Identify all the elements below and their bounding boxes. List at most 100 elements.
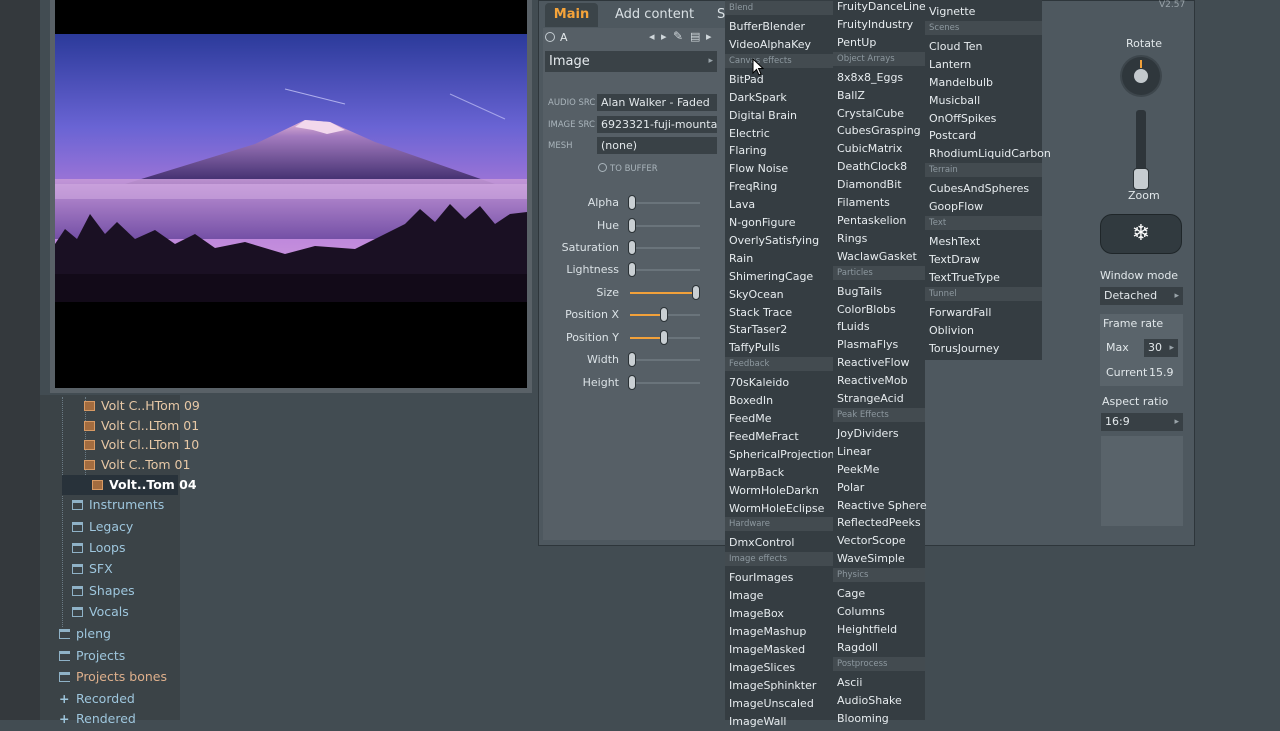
menu-item[interactable]: ImageMasked [729,641,805,659]
effect-selector[interactable]: Image ▸ [545,51,717,72]
image-src-field[interactable]: 6923321-fuji-mountai.. [597,116,717,133]
menu-item[interactable]: fLuids [837,318,870,336]
menu-item[interactable]: OnOffSpikes [929,110,996,128]
menu-item[interactable]: FourImages [729,569,793,587]
menu-item[interactable]: N-gonFigure [729,214,795,232]
slider[interactable] [630,307,700,322]
menu-item[interactable]: StarTaser2 [729,321,787,339]
browser-clip-3[interactable]: Volt Cl..LTom 10 [84,435,199,455]
menu-item[interactable]: Oblivion [929,322,974,340]
menu-item[interactable]: StrangeAcid [837,390,904,408]
menu-item[interactable]: WaveSimple [837,550,905,568]
zoom-slider-knob[interactable] [1133,168,1149,190]
browser-folder-projects-bones[interactable]: Projects bones [59,667,167,687]
menu-item[interactable]: Cloud Ten [929,38,983,56]
menu-item[interactable]: Ragdoll [837,639,878,657]
radio-icon[interactable] [545,32,555,42]
menu-item[interactable]: WormHoleDarkn [729,482,819,500]
menu-item[interactable]: ForwardFall [929,304,991,322]
menu-item[interactable]: CubicMatrix [837,140,902,158]
menu-item[interactable]: SkyOcean [729,286,784,304]
slider[interactable] [628,218,700,233]
menu-item[interactable]: VideoAlphaKey [729,36,811,54]
menu-item[interactable]: ImageSlices [729,659,795,677]
menu-item[interactable]: Lava [729,196,755,214]
menu-item[interactable]: Flow Noise [729,160,788,178]
menu-item[interactable]: Stack Trace [729,304,792,322]
menu-item[interactable]: CubesGrasping [837,122,921,140]
menu-item[interactable]: 8x8x8_Eggs [837,69,903,87]
menu-item[interactable]: CrystalCube [837,105,904,123]
freeze-button[interactable]: ❄ [1100,214,1182,254]
browser-folder-legacy[interactable]: Legacy [72,517,133,537]
menu-item[interactable]: AudioShake [837,692,902,710]
menu-item[interactable]: PlasmaFlys [837,336,898,354]
menu-item[interactable]: Polar [837,479,864,497]
next-arrow-icon[interactable]: ▸ [661,30,667,43]
menu-item[interactable]: ImageMashup [729,623,806,641]
browser-folder-projects[interactable]: Projects [59,646,125,666]
menu-item[interactable]: Vignette [929,3,975,21]
menu-item[interactable]: Ascii [837,674,862,692]
menu-item[interactable]: ImageSphinkter [729,677,816,695]
menu-item[interactable]: BoxedIn [729,392,773,410]
menu-item[interactable]: Blooming [837,710,889,728]
browser-clip-4[interactable]: Volt C..Tom 01 [84,455,190,475]
menu-item[interactable]: Reactive Sphere [837,497,927,515]
menu-item[interactable]: 70sKaleido [729,374,789,392]
menu-item[interactable]: TextTrueType [929,269,1000,287]
browser-folder-rendered[interactable]: + Rendered [59,709,136,729]
wrench-icon[interactable]: ✎ [673,29,683,43]
menu-item[interactable]: BufferBlender [729,18,805,36]
menu-item[interactable]: Pentaskelion [837,212,906,230]
browser-folder-loops[interactable]: Loops [72,538,126,558]
menu-item[interactable]: ImageUnscaled [729,695,814,713]
browser-folder-instruments[interactable]: Instruments [72,495,164,515]
clipboard-icon[interactable]: ▤ [690,30,700,43]
menu-item[interactable]: WaclawGasket [837,248,917,266]
slider-knob[interactable] [628,218,636,233]
menu-item[interactable]: WarpBack [729,464,784,482]
slider[interactable] [628,240,700,255]
slider[interactable] [628,195,700,210]
browser-folder-recorded[interactable]: + Recorded [59,689,135,709]
tab-main[interactable]: Main [545,3,598,27]
menu-item[interactable]: TaffyPulls [729,339,780,357]
menu-item[interactable]: CubesAndSpheres [929,180,1029,198]
tab-add-content[interactable]: Add content [615,3,694,27]
menu-item[interactable]: TextDraw [929,251,980,269]
slider[interactable] [630,330,700,345]
slider-knob[interactable] [628,375,636,390]
slider[interactable] [628,352,700,367]
audio-src-field[interactable]: Alan Walker - Faded [597,94,717,111]
browser-clip-selected[interactable]: Volt..Tom 04 [62,475,197,495]
menu-item[interactable]: ReflectedPeeks [837,514,921,532]
menu-item[interactable]: FruityDanceLine [837,0,926,16]
menu-item[interactable]: DeathClock8 [837,158,907,176]
max-fps-field[interactable]: 30 ▸ [1144,339,1178,357]
menu-item[interactable]: GoopFlow [929,198,983,216]
browser-clip-2[interactable]: Volt Cl..LTom 01 [84,416,199,436]
menu-item[interactable]: Image [729,587,763,605]
menu-item[interactable]: ImageBox [729,605,784,623]
menu-item[interactable]: FruityIndustry [837,16,913,34]
menu-item[interactable]: RhodiumLiquidCarbon [929,145,1051,163]
window-mode-select[interactable]: Detached ▸ [1100,287,1183,305]
menu-item[interactable]: Electric [729,125,770,143]
menu-item[interactable]: Columns [837,603,885,621]
menu-item[interactable]: ReactiveFlow [837,354,909,372]
slider[interactable] [630,285,700,300]
menu-item[interactable]: Postcard [929,127,976,145]
menu-item[interactable]: DiamondBit [837,176,902,194]
menu-item[interactable]: Flaring [729,142,767,160]
menu-item[interactable]: ShimeringCage [729,268,813,286]
menu-item[interactable]: ColorBlobs [837,301,896,319]
rotate-knob[interactable] [1122,57,1160,95]
slider[interactable] [628,375,700,390]
more-arrow-icon[interactable]: ▸ [706,30,712,43]
menu-item[interactable]: Cage [837,585,865,603]
slider-knob[interactable] [692,285,700,300]
menu-item[interactable]: OverlySatisfying [729,232,819,250]
slider[interactable] [628,262,700,277]
menu-item[interactable]: Mandelbulb [929,74,993,92]
